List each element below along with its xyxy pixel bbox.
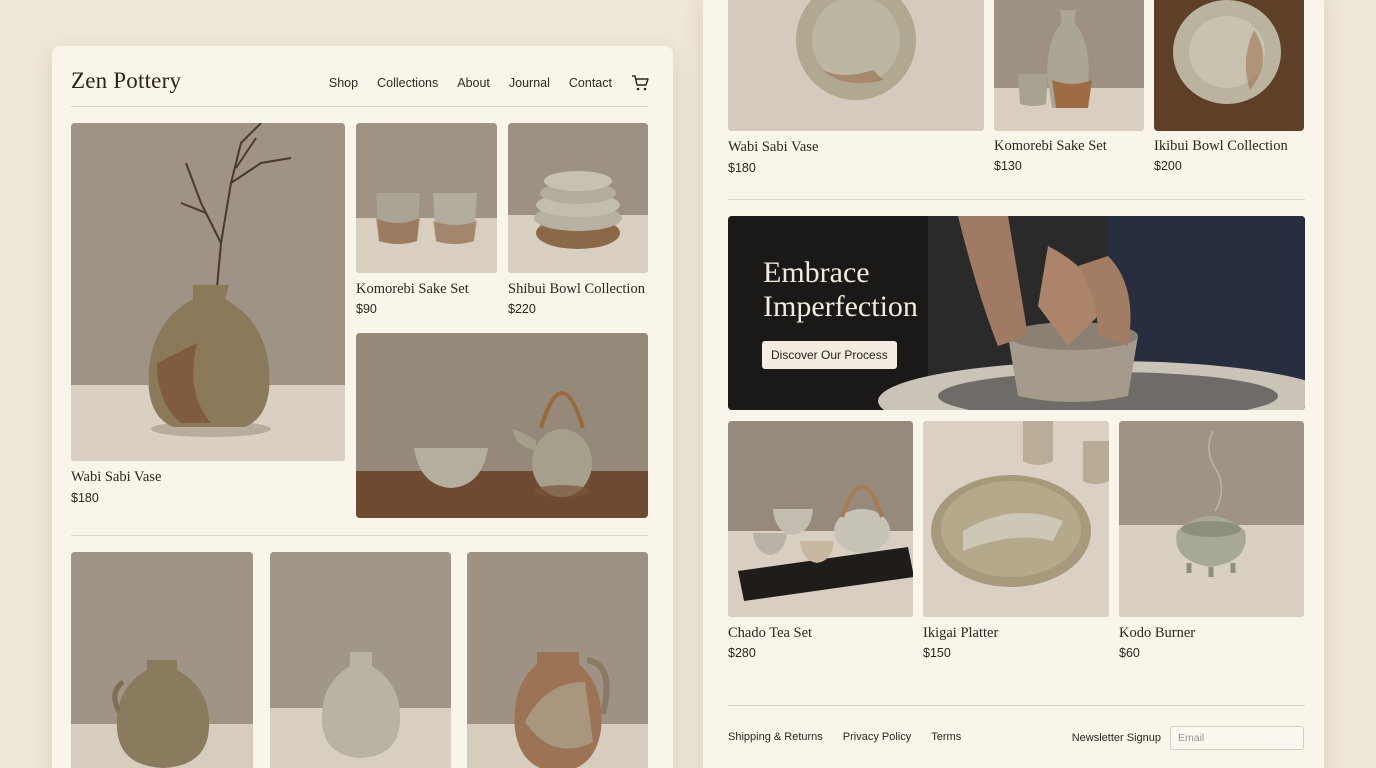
nav-journal[interactable]: Journal [509,76,550,90]
footer-link-shipping[interactable]: Shipping & Returns [728,731,823,743]
incense-burner-image[interactable] [1119,421,1304,617]
footer-divider [728,705,1305,706]
product-name[interactable]: Wabi Sabi Vase [728,139,818,156]
banner-title-line: Embrace [763,256,870,289]
main-nav: Shop Collections About Journal Contact [329,74,649,92]
platter-image[interactable] [923,421,1109,617]
product-price: $180 [728,161,756,175]
section-divider [71,535,648,536]
newsletter-signup: Newsletter Signup [1072,726,1304,750]
nav-collections[interactable]: Collections [377,76,438,90]
product-name[interactable]: Ikibui Bowl Collection [1154,138,1288,155]
hero-banner: Embrace Imperfection Discover Our Proces… [728,216,1305,410]
footer-link-terms[interactable]: Terms [931,731,961,743]
product-name[interactable]: Ikigai Platter [923,625,998,642]
nav-shop[interactable]: Shop [329,76,358,90]
discover-process-button[interactable]: Discover Our Process [762,341,897,369]
product-price: $150 [923,646,951,660]
jug-image[interactable] [71,552,253,768]
banner-title-line: Imperfection [763,290,918,323]
featured-price: $180 [71,491,99,505]
brand-logo[interactable]: Zen Pottery [71,68,181,94]
featured-name[interactable]: Wabi Sabi Vase [71,469,161,486]
plate-image[interactable] [728,0,984,131]
featured-vase-image[interactable] [71,123,345,461]
nav-contact[interactable]: Contact [569,76,612,90]
product-name[interactable]: Shibui Bowl Collection [508,281,645,298]
product-price: $130 [994,159,1022,173]
product-price: $220 [508,302,536,316]
bottle-vase-image[interactable] [270,552,451,768]
pitcher-image[interactable] [467,552,648,768]
shop-panel-left: Zen Pottery Shop Collections About Journ… [52,46,673,768]
email-field[interactable] [1170,726,1304,750]
product-name[interactable]: Chado Tea Set [728,625,812,642]
product-price: $280 [728,646,756,660]
footer-links: Shipping & Returns Privacy Policy Terms [728,731,961,743]
sake-set-image[interactable] [356,123,497,273]
tea-set-image[interactable] [728,421,913,617]
cart-icon[interactable] [631,74,649,92]
product-price: $60 [1119,646,1140,660]
bowl-wood-image[interactable] [1154,0,1304,131]
nav-about[interactable]: About [457,76,490,90]
newsletter-label: Newsletter Signup [1071,732,1161,744]
section-divider [728,199,1305,200]
product-name[interactable]: Komorebi Sake Set [356,281,469,298]
banner-title: Embrace Imperfection [763,256,1003,324]
header-divider [71,106,648,107]
sake-bottle-image[interactable] [994,0,1144,131]
footer-link-privacy[interactable]: Privacy Policy [843,731,911,743]
product-price: $90 [356,302,377,316]
product-name[interactable]: Komorebi Sake Set [994,138,1107,155]
shop-panel-right: Wabi Sabi Vase $180 Komorebi Sake Set $1… [703,0,1324,768]
bowl-collection-image[interactable] [508,123,648,273]
teapot-image[interactable] [356,333,648,518]
product-name[interactable]: Kodo Burner [1119,625,1195,642]
product-price: $200 [1154,159,1182,173]
